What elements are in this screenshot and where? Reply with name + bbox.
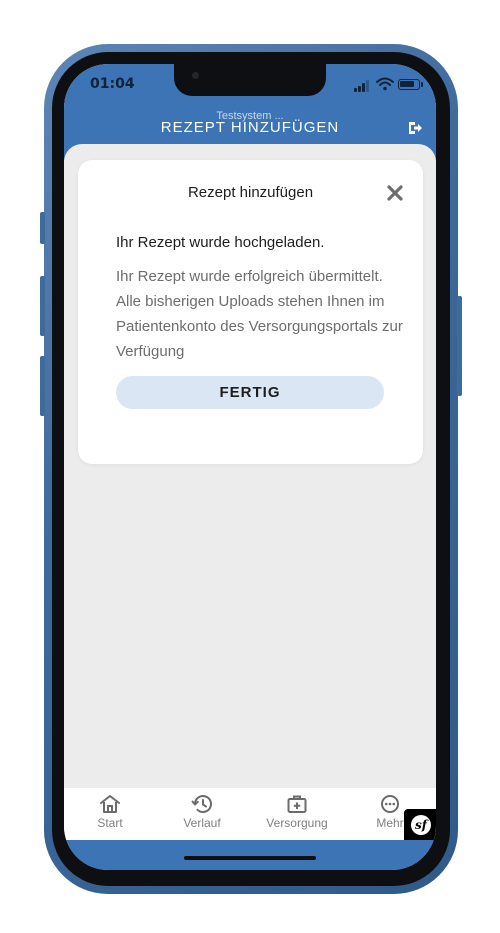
content-area: Rezept hinzufügen Ihr Rezept wurde hochg… <box>64 144 436 788</box>
tab-label: Verlauf <box>183 816 221 830</box>
wifi-icon <box>376 77 394 91</box>
dialog-message: Ihr Rezept wurde erfolgreich übermittelt… <box>116 268 403 360</box>
close-icon[interactable] <box>386 184 404 202</box>
home-icon <box>100 795 120 813</box>
bottom-safe-area <box>64 840 436 870</box>
phone-volume-down-button <box>40 356 45 416</box>
more-icon <box>381 795 399 813</box>
page-title: REZEPT HINZUFÜGEN <box>160 119 340 136</box>
done-button[interactable]: FERTIG <box>116 376 384 409</box>
home-indicator[interactable] <box>184 856 316 860</box>
signal-bar <box>358 86 361 92</box>
debug-toolbar-badge[interactable]: sf <box>404 809 436 841</box>
tab-label: Start <box>97 816 123 830</box>
phone-screen: 01:04 Testsystem ... REZEPT HINZUFÜGEN R… <box>64 64 436 870</box>
signal-bar <box>354 88 357 92</box>
phone-power-button <box>457 296 462 396</box>
tab-versorgung[interactable]: Versorgung <box>252 794 342 838</box>
dialog-heading: Ihr Rezept wurde hochgeladen. <box>116 234 325 251</box>
tab-start[interactable]: Start <box>65 794 155 838</box>
notch <box>174 64 326 96</box>
medical-bag-icon <box>287 795 307 813</box>
phone-mute-switch <box>40 212 45 244</box>
tab-verlauf[interactable]: Verlauf <box>157 794 247 838</box>
front-camera <box>192 72 199 79</box>
battery-level <box>400 81 414 87</box>
history-icon <box>191 795 212 813</box>
battery-icon <box>398 79 420 90</box>
logout-icon[interactable] <box>407 120 423 136</box>
dialog-title: Rezept hinzufügen <box>187 184 314 201</box>
signal-bar <box>366 80 369 92</box>
signal-bar <box>362 83 365 92</box>
status-bar: 01:04 <box>64 64 436 110</box>
upload-success-dialog: Rezept hinzufügen Ihr Rezept wurde hochg… <box>78 160 423 464</box>
tab-label: Versorgung <box>266 816 328 830</box>
phone-volume-up-button <box>40 276 45 336</box>
debug-toolbar-logo: sf <box>411 815 431 835</box>
status-icons <box>354 77 423 92</box>
battery-tip <box>421 82 423 87</box>
tab-bar: Start Verlauf Versorgung Mehr <box>64 788 436 840</box>
status-time: 01:04 <box>90 76 135 92</box>
